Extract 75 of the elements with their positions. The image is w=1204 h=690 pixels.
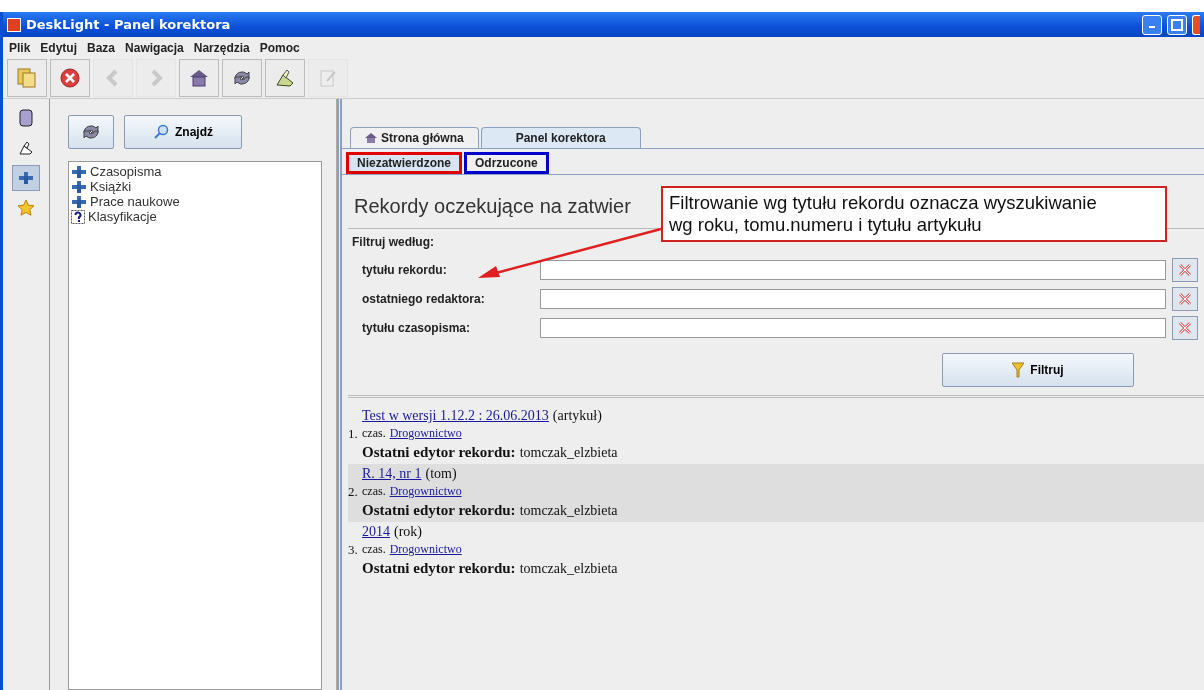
editor-name: tomczak_elzbieta: [519, 561, 618, 577]
tab[interactable]: Panel korektora: [480, 127, 641, 148]
editor-label: Ostatni edytor rekordu:: [362, 502, 516, 519]
stop-icon: [59, 67, 81, 89]
search-icon: [153, 124, 169, 140]
tree-item[interactable]: Książki: [71, 179, 319, 194]
menu-item[interactable]: Edytuj: [40, 40, 78, 55]
book-icon: [18, 109, 34, 127]
editor-label: Ostatni edytor rekordu:: [362, 444, 516, 461]
input-field[interactable]: [540, 260, 1166, 280]
clear-icon: [1177, 291, 1193, 307]
callout-note: Filtrowanie wg tytułu rekordu oznacza wyszukiwanie wg roku, tomu.numeru i tytułu artykułu: [661, 186, 1167, 242]
toolbar-button[interactable]: [222, 59, 262, 97]
documents-icon: [16, 67, 38, 89]
journal-link[interactable]: Drogownictwo: [389, 484, 462, 499]
record-link[interactable]: 2014: [362, 524, 390, 540]
close-button[interactable]: [1192, 14, 1200, 35]
journal-link[interactable]: Drogownictwo: [389, 542, 462, 557]
clear-button[interactable]: [1172, 287, 1198, 311]
clear-button[interactable]: [1172, 316, 1198, 340]
editor-label: Ostatni edytor rekordu:: [362, 560, 516, 577]
maximize-icon: [1171, 18, 1183, 31]
tab[interactable]: Niezatwierdzone: [346, 152, 463, 174]
maximize-button[interactable]: [1167, 14, 1187, 35]
refresh-button[interactable]: [68, 115, 114, 149]
menu-item[interactable]: Baza: [87, 40, 116, 55]
edit-icon: [317, 67, 339, 89]
app-icon: [7, 17, 21, 32]
window-title: DeskLight - Panel korektora: [26, 17, 231, 32]
menu-item[interactable]: Nawigacja: [125, 40, 184, 55]
star-icon: [17, 199, 35, 217]
toolbar-button[interactable]: [179, 59, 219, 97]
record-type: (rok): [394, 524, 422, 540]
list-number: 1.: [348, 426, 359, 442]
field-label: tytułu czasopisma:: [362, 321, 472, 335]
input-field[interactable]: [540, 289, 1166, 309]
tab[interactable]: Odrzucone: [464, 152, 549, 174]
toolbar-button[interactable]: [265, 59, 305, 97]
menu-item[interactable]: Narzędzia: [193, 40, 250, 55]
minimize-button[interactable]: [1142, 14, 1162, 35]
question-icon: [71, 209, 85, 224]
filter-title: Filtruj według:: [351, 235, 435, 249]
input-field[interactable]: [540, 318, 1166, 338]
clear-icon: [1177, 262, 1193, 278]
funnel-icon: [1012, 362, 1025, 378]
field-label: tytułu rekordu:: [362, 263, 448, 277]
toolbar-button[interactable]: [50, 59, 90, 97]
pen-icon: [18, 140, 34, 156]
editor-name: tomczak_elzbieta: [519, 445, 618, 461]
record-link[interactable]: R. 14, nr 1: [362, 466, 422, 482]
journal-prefix: czas.: [362, 426, 386, 441]
editor-name: tomczak_elzbieta: [519, 503, 618, 519]
record-type: (tom): [425, 466, 457, 482]
record-link[interactable]: Test w wersji 1.12.2 : 26.06.2013: [362, 408, 549, 424]
pen-icon: [274, 67, 296, 89]
tree-item[interactable]: Klasyfikacje: [71, 209, 319, 224]
tab[interactable]: Strona główna: [350, 127, 479, 148]
menu-item[interactable]: Pomoc: [259, 40, 300, 55]
list-number: 3.: [348, 542, 359, 558]
find-button[interactable]: Znajdź: [124, 115, 242, 149]
home-icon: [188, 67, 210, 89]
clear-icon: [1177, 320, 1193, 336]
journal-link[interactable]: Drogownictwo: [389, 426, 462, 441]
journal-prefix: czas.: [362, 484, 386, 499]
filter-button[interactable]: Filtruj: [942, 353, 1134, 387]
journal-prefix: czas.: [362, 542, 386, 557]
menu-item[interactable]: Plik: [9, 40, 31, 55]
record-type: (artykuł): [552, 408, 602, 424]
tree-item[interactable]: Prace naukowe: [71, 194, 319, 209]
tree-item[interactable]: Czasopisma: [71, 164, 319, 179]
clear-button[interactable]: [1172, 258, 1198, 282]
field-label: ostatniego redaktora:: [362, 292, 486, 306]
list-number: 2.: [348, 484, 359, 500]
sidebar-button[interactable]: [12, 165, 40, 191]
home-icon: [365, 132, 377, 144]
